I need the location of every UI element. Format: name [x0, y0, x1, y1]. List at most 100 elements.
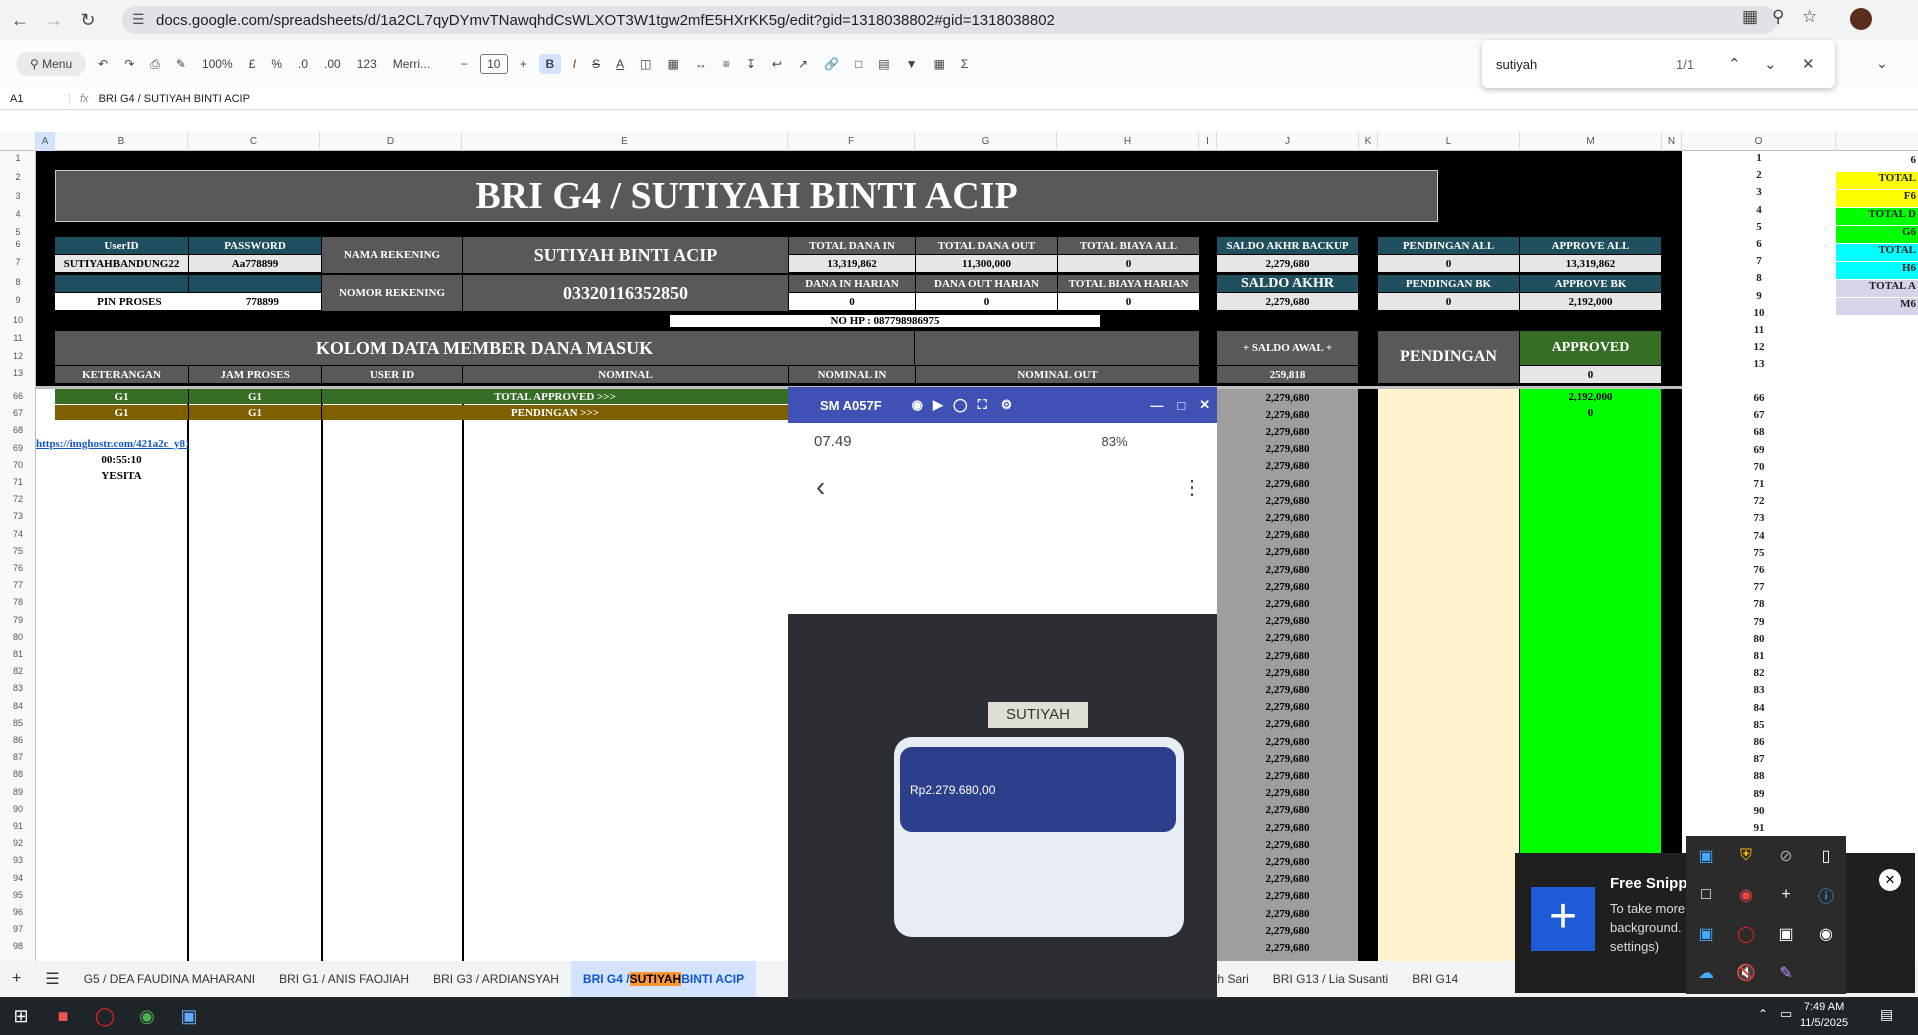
row-header[interactable]: 90	[0, 804, 36, 814]
rotate-icon[interactable]: ↗	[794, 54, 812, 74]
col-o-number[interactable]: 13	[1682, 358, 1836, 370]
col-p-label[interactable]: TOTAL	[1836, 172, 1918, 189]
approved-66[interactable]: 2,192,000	[1520, 389, 1661, 404]
row-header[interactable]: 4	[0, 209, 36, 219]
row-header[interactable]: 5	[0, 227, 36, 237]
col-o-number[interactable]: 72	[1682, 495, 1836, 507]
col-o-number[interactable]: 71	[1682, 478, 1836, 490]
find-input[interactable]: sutiyah	[1496, 57, 1537, 72]
pendingan-all-value[interactable]: 0	[1378, 255, 1519, 272]
tray-app2-icon[interactable]: ▣	[1698, 924, 1713, 944]
row-header[interactable]: 80	[0, 632, 36, 642]
redo-icon[interactable]: ↷	[120, 54, 138, 74]
row-header[interactable]: 86	[0, 735, 36, 745]
col-o-number[interactable]: 2	[1682, 169, 1836, 181]
col-header[interactable]: M	[1520, 132, 1662, 151]
reload-icon[interactable]: ↻	[74, 6, 102, 34]
row-header[interactable]: 95	[0, 890, 36, 900]
phone-back-icon[interactable]: ‹	[816, 471, 825, 503]
saldo-row-value[interactable]: 2,279,680	[1217, 837, 1358, 852]
col-o-number[interactable]: 68	[1682, 426, 1836, 438]
tray-mute-icon[interactable]: 🔇	[1736, 963, 1756, 983]
opera-icon[interactable]: ◯	[84, 997, 126, 1035]
saldo-row-value[interactable]: 2,279,680	[1217, 476, 1358, 491]
sheet-title[interactable]: BRI G4 / SUTIYAH BINTI ACIP	[55, 170, 1438, 222]
pendingan-column[interactable]	[1378, 389, 1519, 961]
chrome-icon[interactable]: ◉	[126, 997, 168, 1035]
col-header[interactable]: O	[1682, 132, 1836, 151]
col-o-number[interactable]: 78	[1682, 598, 1836, 610]
undo-icon[interactable]: ↶	[94, 54, 112, 74]
row-header[interactable]: 10	[0, 315, 36, 325]
nominal-in-header[interactable]: NOMINAL IN	[789, 366, 915, 383]
password-value[interactable]: Aa778899	[189, 255, 321, 272]
saldo-row-value[interactable]: 2,279,680	[1217, 648, 1358, 663]
notification-icon[interactable]: ▤	[1880, 1006, 1893, 1023]
saldo-row-value[interactable]: 2,279,680	[1217, 631, 1358, 646]
forward-icon[interactable]: →	[40, 6, 68, 34]
settings-gear-icon[interactable]: ⚙	[1001, 397, 1013, 413]
col-o-number[interactable]: 88	[1682, 770, 1836, 782]
tab-g14[interactable]: BRI G14	[1400, 972, 1470, 986]
saldo-row-value[interactable]: 2,279,680	[1217, 700, 1358, 715]
row-header[interactable]: 12	[0, 351, 36, 361]
col-o-number[interactable]: 82	[1682, 667, 1836, 679]
filter-views-icon[interactable]: ▦	[929, 54, 948, 74]
row-header[interactable]: 97	[0, 924, 36, 934]
add-sheet-icon[interactable]: +	[0, 970, 33, 988]
g1-cell[interactable]: G1	[55, 405, 188, 420]
row-header[interactable]: 91	[0, 821, 36, 831]
nominal-out-header[interactable]: NOMINAL OUT	[916, 366, 1199, 383]
saldo-row-value[interactable]: 2,279,680	[1217, 562, 1358, 577]
col-p-label[interactable]: TOTAL A	[1836, 280, 1918, 297]
row-header[interactable]: 74	[0, 529, 36, 539]
saldo-row-value[interactable]: 2,279,680	[1217, 906, 1358, 921]
total-approved-cell[interactable]: TOTAL APPROVED >>>	[322, 389, 788, 404]
windows-start-icon[interactable]: ⊞	[0, 997, 42, 1035]
userid-value[interactable]: SUTIYAHBANDUNG22	[55, 255, 188, 272]
phone-mirror-window[interactable]: SM A057F ◉ ▶ ◯ ⛶ ⚙ — □ ✕ 07.49 83% ‹ ⋮ S…	[788, 387, 1217, 999]
nominal-header[interactable]: NOMINAL	[463, 366, 788, 383]
pendingan-bk-label[interactable]: PENDINGAN BK	[1378, 275, 1519, 292]
saldo-row-value[interactable]: 2,279,680	[1217, 889, 1358, 904]
row-header[interactable]: 87	[0, 752, 36, 762]
chart-icon[interactable]: ▤	[874, 54, 893, 74]
page-icon[interactable]: ▦	[1742, 7, 1758, 27]
saldo-row-value[interactable]: 2,279,680	[1217, 390, 1358, 405]
saldo-row-value[interactable]: 2,279,680	[1217, 407, 1358, 422]
row-header[interactable]: 88	[0, 769, 36, 779]
zoom-icon[interactable]: ⚲	[1772, 7, 1784, 27]
total-biaya-harian-label[interactable]: TOTAL BIAYA HARIAN	[1058, 275, 1199, 292]
col-o-number[interactable]: 4	[1682, 204, 1836, 216]
col-o-number[interactable]: 10	[1682, 307, 1836, 319]
col-p-label[interactable]: TOTAL D	[1836, 208, 1918, 225]
g1-cell[interactable]: G1	[189, 405, 321, 420]
saldo-row-value[interactable]: 2,279,680	[1217, 528, 1358, 543]
snip-close-icon[interactable]: ✕	[1879, 869, 1901, 891]
saldo-row-value[interactable]: 2,279,680	[1217, 940, 1358, 955]
saldo-row-value[interactable]: 2,279,680	[1217, 717, 1358, 732]
row-header[interactable]: 9	[0, 295, 36, 305]
keterangan-header[interactable]: KETERANGAN	[55, 366, 188, 383]
process-time[interactable]: 00:55:10	[55, 452, 188, 467]
saldo-row-value[interactable]: 2,279,680	[1217, 579, 1358, 594]
tray-chevron-icon[interactable]: ⌃	[1758, 1007, 1768, 1021]
col-o-number[interactable]: 73	[1682, 512, 1836, 524]
empty-cell[interactable]	[55, 275, 188, 292]
font-select[interactable]: Merri...	[389, 54, 449, 74]
increase-decimal-button[interactable]: .00	[320, 54, 345, 74]
col-header[interactable]: G	[915, 132, 1057, 151]
saldo-row-value[interactable]: 2,279,680	[1217, 872, 1358, 887]
row-header[interactable]: 84	[0, 701, 36, 711]
row-header[interactable]: 77	[0, 580, 36, 590]
kolom-header[interactable]: KOLOM DATA MEMBER DANA MASUK	[55, 331, 914, 365]
col-o-number[interactable]: 11	[1682, 324, 1836, 336]
system-clock[interactable]: 7:49 AM 11/5/2025	[1800, 999, 1848, 1031]
row-header[interactable]: 6	[0, 239, 36, 249]
col-o-number[interactable]: 74	[1682, 530, 1836, 542]
saldo-row-value[interactable]: 2,279,680	[1217, 734, 1358, 749]
col-header[interactable]: I	[1199, 132, 1217, 151]
saldo-row-value[interactable]: 2,279,680	[1217, 614, 1358, 629]
tray-camera-icon[interactable]: ▣	[1778, 924, 1793, 944]
row-header[interactable]: 79	[0, 615, 36, 625]
